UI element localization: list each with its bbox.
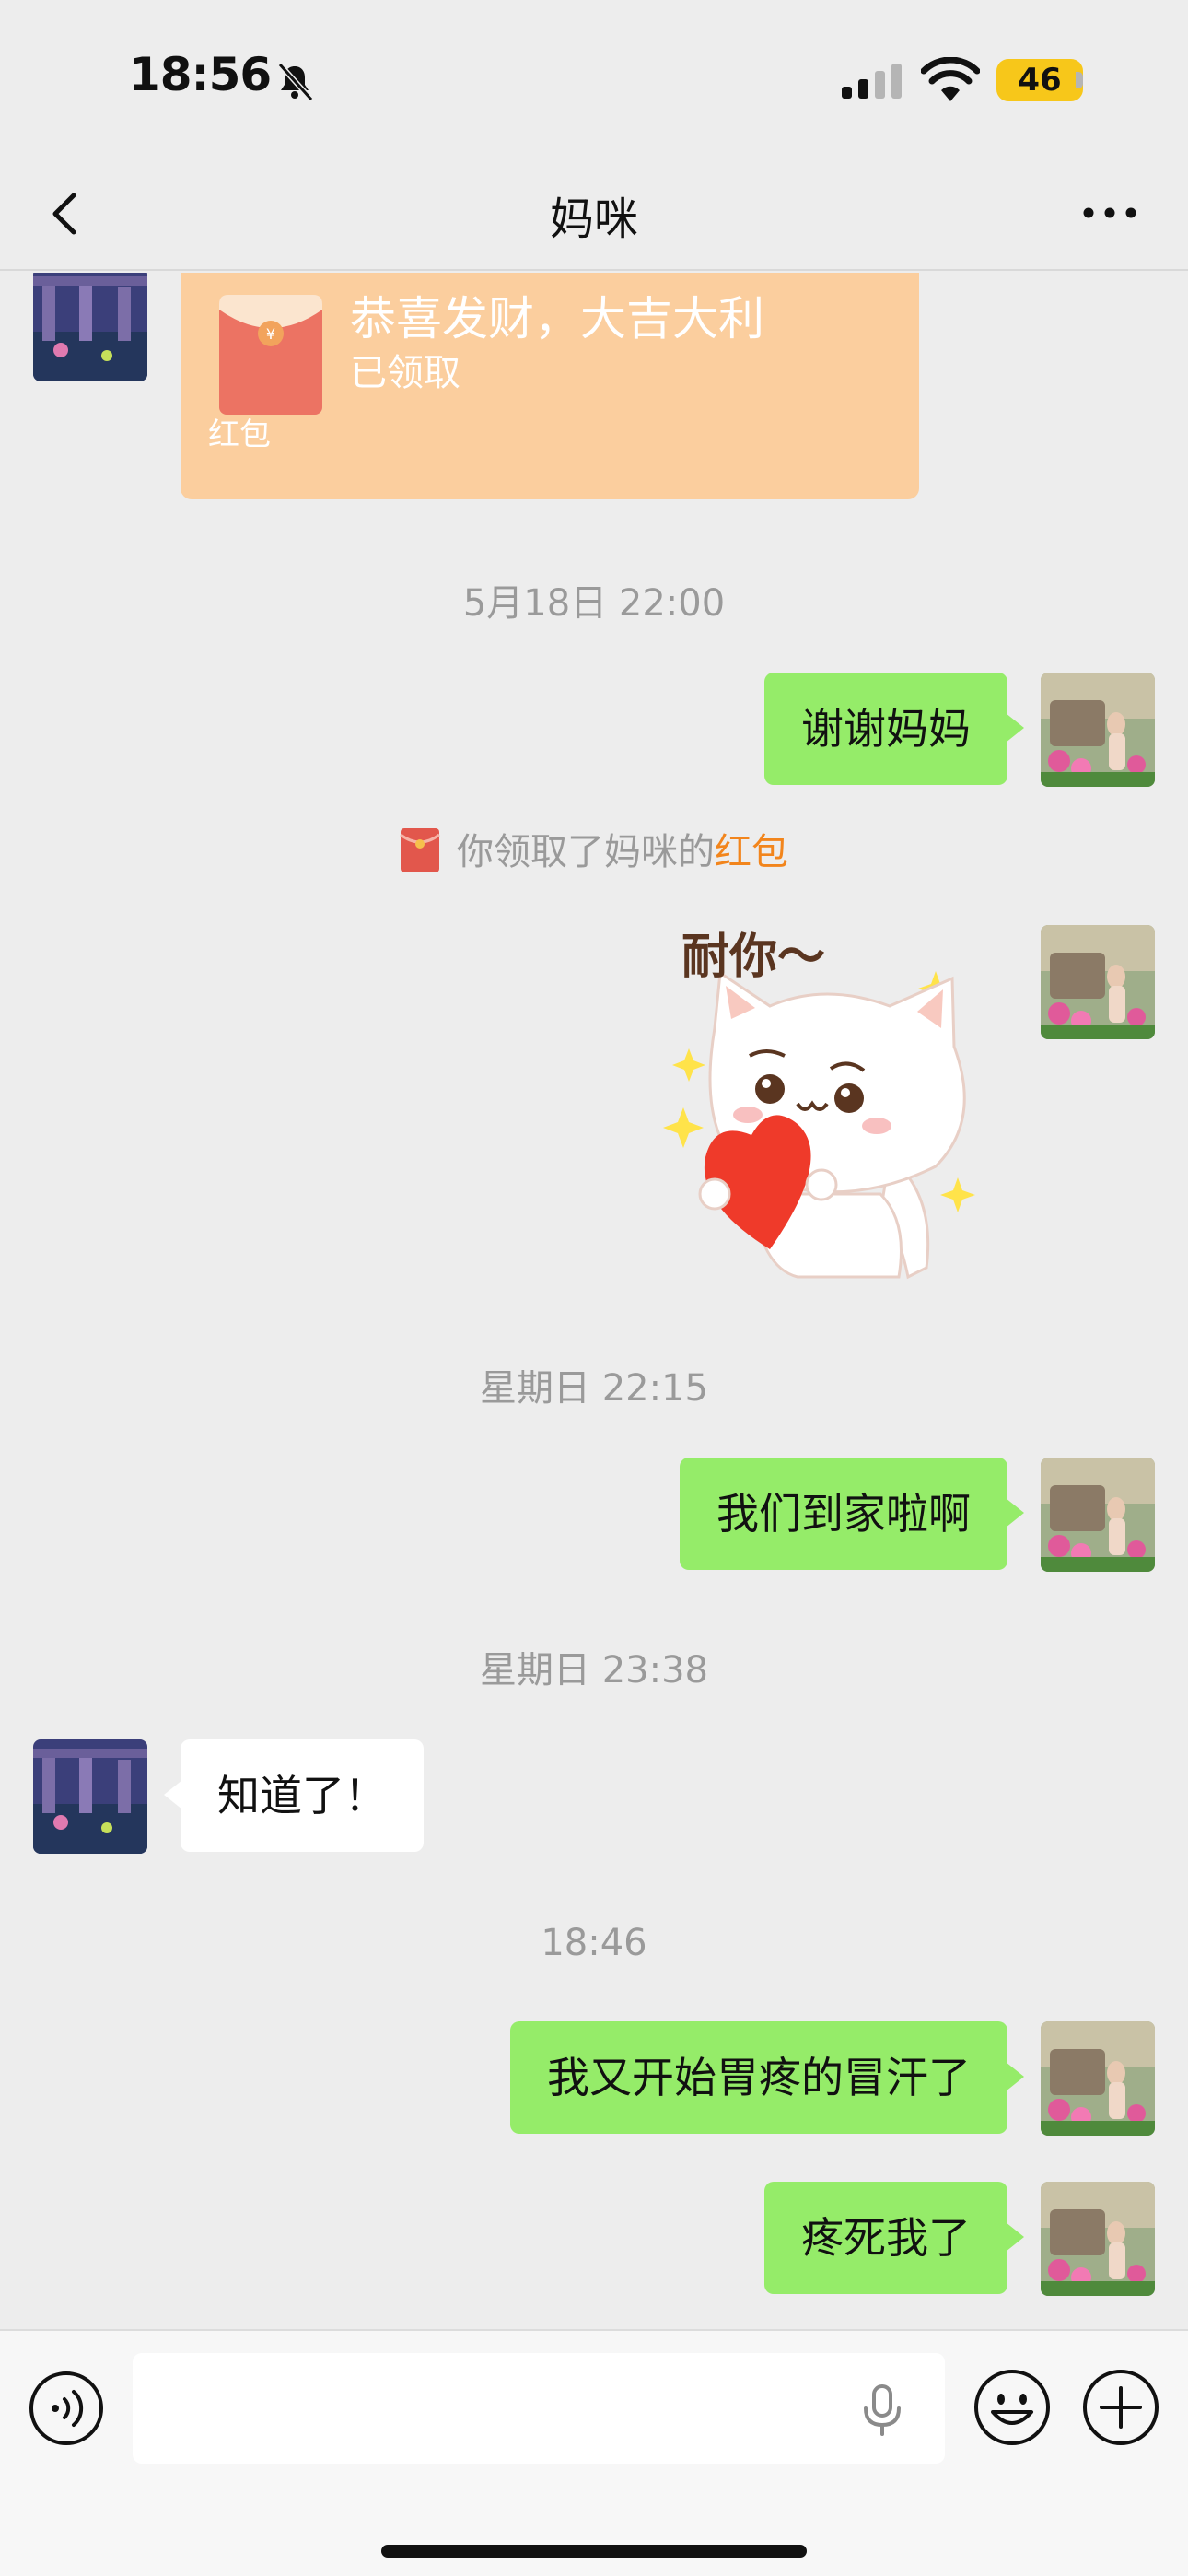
- message-input[interactable]: [133, 2353, 945, 2464]
- red-packet-card[interactable]: ¥ 恭喜发财，大吉大利 已领取 红包: [181, 273, 919, 499]
- voice-mode-button[interactable]: [28, 2370, 105, 2447]
- timestamp: 星期日 22:15: [480, 1367, 708, 1410]
- more-options-button[interactable]: [1077, 190, 1142, 236]
- timestamp: 星期日 23:38: [480, 1649, 708, 1692]
- red-packet-small-icon: [400, 828, 440, 872]
- avatar-self[interactable]: [1041, 673, 1155, 787]
- nav-bar: 妈咪: [0, 157, 1188, 271]
- plus-button[interactable]: [1081, 2368, 1160, 2447]
- outgoing-message[interactable]: 我又开始胃疼的冒汗了: [510, 2021, 1024, 2134]
- outgoing-message[interactable]: 我们到家啦啊: [680, 1458, 1024, 1570]
- red-packet-status: 已领取: [350, 352, 460, 394]
- cellular-signal-icon: [842, 64, 902, 99]
- svg-text:¥: ¥: [266, 325, 275, 343]
- microphone-icon[interactable]: [856, 2383, 908, 2438]
- avatar-contact[interactable]: [33, 273, 147, 381]
- bell-muted-icon: [277, 62, 314, 101]
- avatar-self[interactable]: [1041, 2021, 1155, 2136]
- timestamp: 5月18日 22:00: [462, 582, 726, 625]
- red-packet-title: 恭喜发财，大吉大利: [350, 292, 764, 345]
- red-packet-label: 红包: [208, 416, 271, 453]
- sticker-caption: 耐你～: [681, 930, 826, 985]
- message-list[interactable]: ¥ 恭喜发财，大吉大利 已领取 红包 5月18日 22:00 谢谢妈妈 你领取了…: [0, 273, 1188, 2329]
- timestamp: 18:46: [541, 1922, 647, 1964]
- input-bar: [0, 2329, 1188, 2576]
- wifi-icon: [921, 57, 980, 101]
- avatar-self[interactable]: [1041, 925, 1155, 1039]
- incoming-message[interactable]: 知道了！: [164, 1739, 424, 1852]
- avatar-self[interactable]: [1041, 1458, 1155, 1572]
- system-notice: 你领取了妈咪的红包: [0, 822, 1188, 875]
- red-packet-link[interactable]: 红包: [715, 831, 788, 873]
- avatar-self[interactable]: [1041, 2182, 1155, 2296]
- battery-cap: [1076, 72, 1083, 88]
- status-bar: 18:56 46: [0, 0, 1188, 157]
- battery-indicator: 46: [996, 59, 1083, 101]
- system-notice-text: 你领取了妈咪的: [457, 831, 715, 873]
- chat-title: 妈咪: [549, 193, 638, 245]
- avatar-contact[interactable]: [33, 1739, 147, 1854]
- red-packet-icon: ¥: [219, 295, 322, 415]
- home-indicator[interactable]: [381, 2545, 807, 2558]
- status-time: 18:56: [129, 48, 272, 101]
- outgoing-message[interactable]: 疼死我了: [764, 2182, 1024, 2294]
- emoji-button[interactable]: [973, 2368, 1052, 2447]
- outgoing-message[interactable]: 谢谢妈妈: [764, 673, 1024, 785]
